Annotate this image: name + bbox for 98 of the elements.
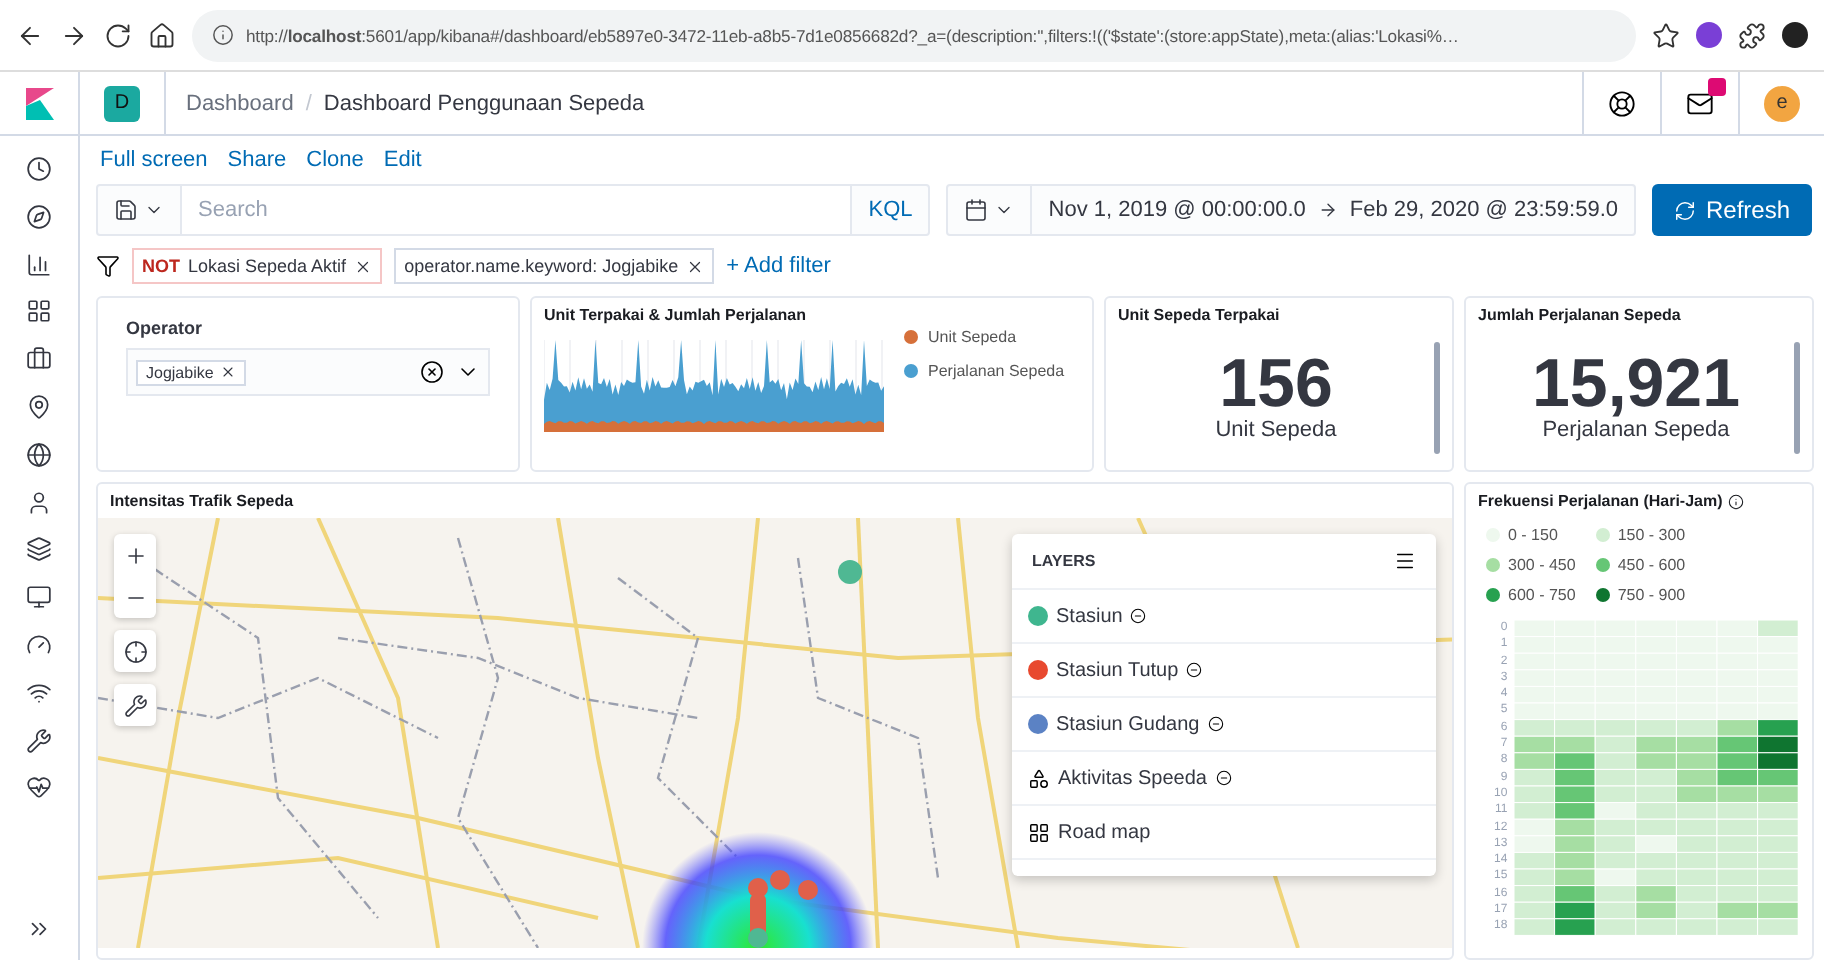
user-icon[interactable] <box>26 489 52 516</box>
mail-icon[interactable] <box>1686 89 1714 117</box>
panel-title: Frekuensi Perjalanan (Hari-Jam) <box>1478 492 1723 510</box>
crosshair-icon <box>123 639 147 663</box>
filter-pill[interactable]: operator.name.keyword: Jogjabike <box>394 248 715 284</box>
space-avatar[interactable]: D <box>104 85 140 121</box>
breadcrumb[interactable]: Dashboard <box>186 91 294 115</box>
layers-title: LAYERS <box>1032 552 1096 570</box>
layer-name: Aktivitas Speeda <box>1058 767 1207 789</box>
end-date[interactable]: Feb 29, 2020 @ 23:59:59.0 <box>1349 198 1618 222</box>
top-nav-link[interactable]: Share <box>227 148 287 172</box>
dashboard-icon[interactable] <box>26 298 52 325</box>
filter-label: operator.name.keyword: Jogjabike <box>404 256 679 276</box>
home-icon[interactable] <box>148 21 176 49</box>
clock-icon[interactable] <box>26 156 52 182</box>
monitor-icon[interactable] <box>26 584 52 611</box>
close-icon[interactable] <box>686 257 705 275</box>
field-label: Operator <box>126 318 205 338</box>
layer-name: Road map <box>1058 821 1151 843</box>
breadcrumb: Dashboard Penggunaan Sepeda <box>323 91 645 115</box>
layer-row[interactable]: Stasiun Tutup <box>1012 644 1436 698</box>
filter-pill[interactable]: NOT Lokasi Sepeda Aktif <box>132 248 383 284</box>
layer-name: Stasiun <box>1056 605 1123 627</box>
puzzle-icon[interactable] <box>1738 21 1766 49</box>
minus-circle-icon[interactable] <box>1186 662 1203 678</box>
arrow-right-icon <box>1317 200 1338 220</box>
layer-row[interactable]: Road map <box>1012 806 1436 860</box>
top-nav-link[interactable]: Full screen <box>100 148 208 172</box>
gauge-icon[interactable] <box>26 631 52 658</box>
legend-label[interactable]: 600 - 750 <box>1508 586 1576 604</box>
heart-pulse-icon[interactable] <box>26 774 52 801</box>
refresh-icon <box>1673 199 1696 221</box>
calendar-icon <box>964 198 989 222</box>
layer-row[interactable]: Stasiun Gudang <box>1012 698 1436 752</box>
layer-row[interactable]: Stasiun <box>1012 590 1436 644</box>
clear-icon[interactable] <box>420 360 444 384</box>
wrench-icon <box>123 693 147 717</box>
back-icon[interactable] <box>16 21 44 49</box>
refresh-button[interactable]: Refresh <box>1652 184 1812 236</box>
close-icon[interactable] <box>354 257 373 275</box>
panel-title: Intensitas Trafik Sepeda <box>108 490 296 514</box>
wrench-icon[interactable] <box>26 727 52 754</box>
legend-label[interactable]: 450 - 600 <box>1617 556 1686 574</box>
filter-icon[interactable] <box>96 254 120 278</box>
legend-label[interactable]: 750 - 900 <box>1617 586 1686 604</box>
forward-icon[interactable] <box>60 21 88 49</box>
address-bar[interactable]: http://localhost:5601/app/kibana#/dashboard/eb5897e0-3472-11eb-a8b5-7d1e0856682d?_a=(description:'',filters:!(('$state':(store:appState),meta:(alias:'Lokasi%… <box>192 9 1636 61</box>
chip-label: Jogjabike <box>146 363 214 381</box>
user-avatar[interactable]: e <box>1764 85 1800 121</box>
plus-icon <box>123 543 147 567</box>
add-filter-link[interactable]: + Add filter <box>726 254 831 278</box>
scrollbar[interactable] <box>1794 342 1800 454</box>
locate-button[interactable] <box>114 630 156 672</box>
legend-label[interactable]: Perjalanan Sepeda <box>928 362 1065 380</box>
metric-label: Perjalanan Sepeda <box>1542 417 1730 441</box>
globe-icon[interactable] <box>26 441 52 468</box>
briefcase-icon[interactable] <box>26 346 52 373</box>
extension-icon[interactable] <box>1696 22 1722 48</box>
minus-circle-icon[interactable] <box>1207 716 1224 732</box>
metric-value: 156 <box>1219 349 1333 417</box>
layer-row[interactable]: Aktivitas Speeda <box>1012 752 1436 806</box>
tools-button[interactable] <box>114 684 156 726</box>
layer-name: Stasiun Tutup <box>1056 659 1179 681</box>
start-date[interactable]: Nov 1, 2019 @ 00:00:00.0 <box>1048 198 1306 222</box>
panel-title: Jumlah Perjalanan Sepeda <box>1476 304 1683 328</box>
info-icon[interactable] <box>1728 493 1745 509</box>
compass-icon[interactable] <box>26 203 52 230</box>
top-nav-link[interactable]: Clone <box>306 148 364 172</box>
profile-icon[interactable] <box>1782 22 1808 48</box>
logo-icon[interactable] <box>25 87 53 119</box>
reload-icon[interactable] <box>104 21 132 49</box>
minus-circle-icon[interactable] <box>1215 770 1231 786</box>
legend-label[interactable]: 150 - 300 <box>1617 526 1686 544</box>
close-icon[interactable] <box>219 364 236 380</box>
star-icon[interactable] <box>1652 21 1680 49</box>
filter-label: Lokasi Sepeda Aktif <box>188 256 347 276</box>
operator-combobox[interactable]: Jogjabike <box>126 348 490 396</box>
legend-label[interactable]: 0 - 150 <box>1508 526 1558 544</box>
layers-icon[interactable] <box>26 536 52 563</box>
panel-title: Unit Sepeda Terpakai <box>1116 304 1282 328</box>
info-icon <box>212 24 234 46</box>
scrollbar[interactable] <box>1434 342 1440 454</box>
metric-label: Unit Sepeda <box>1215 417 1337 441</box>
layer-name: Stasiun Gudang <box>1056 713 1200 735</box>
top-nav-link[interactable]: Edit <box>383 148 422 172</box>
metric-value: 15,921 <box>1532 349 1740 417</box>
legend-label[interactable]: Unit Sepeda <box>928 328 1017 346</box>
legend-label[interactable]: 300 - 450 <box>1508 556 1576 574</box>
minus-circle-icon[interactable] <box>1130 608 1147 624</box>
help-icon[interactable] <box>1608 89 1636 117</box>
breadcrumb-separator: / <box>305 91 312 115</box>
map-pin-icon[interactable] <box>26 393 52 420</box>
grid-icon <box>1028 821 1050 843</box>
not-label: NOT <box>142 256 180 276</box>
shapes-icon <box>1028 767 1050 789</box>
panel-title: Unit Terpakai & Jumlah Perjalanan <box>542 304 809 328</box>
bar-chart-icon[interactable] <box>26 251 52 278</box>
url-text: http://localhost:5601/app/kibana#/dashboard/eb5897e0-3472-11eb-a8b5-7d1e0856682d?_a=(description:'',filters:!(('$state':(store:appState),meta:(alias:'Lokasi%… <box>246 25 1459 45</box>
